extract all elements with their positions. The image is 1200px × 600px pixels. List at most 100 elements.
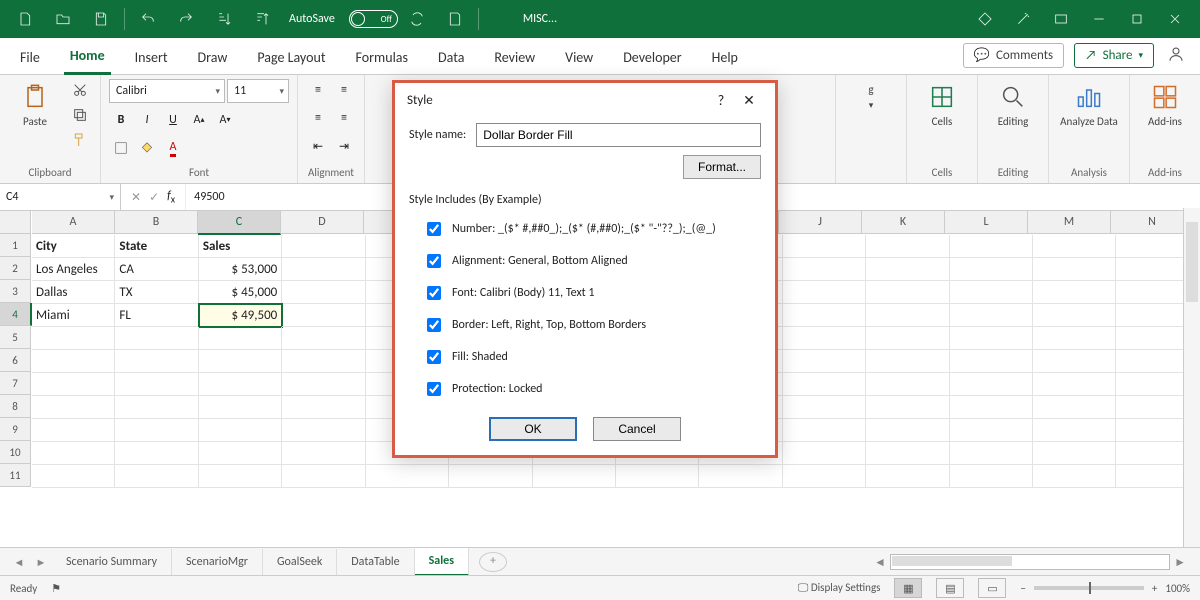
row-header[interactable]: 10 [0,441,31,464]
row-header[interactable]: 6 [0,349,31,372]
cell[interactable]: Sales [199,235,282,258]
redo-icon[interactable] [167,3,205,35]
align-left-icon[interactable]: ≡ [306,107,330,129]
comments-button[interactable]: 💬Comments [963,43,1064,68]
tab-nav-next[interactable]: ► [30,556,52,569]
font-size-select[interactable]: 11 [227,79,289,103]
tab-view[interactable]: View [559,41,599,74]
wand-icon[interactable] [1004,3,1042,35]
close-dialog-icon[interactable]: ✕ [735,92,763,109]
row-header[interactable]: 11 [0,464,31,487]
sheet-tab[interactable]: Scenario Summary [52,549,172,575]
sheet-tab[interactable]: GoalSeek [263,549,337,575]
align-center-icon[interactable]: ≡ [332,107,356,129]
accept-formula-icon[interactable]: ✓ [149,190,159,205]
sort-asc-icon[interactable] [205,3,243,35]
save2-icon[interactable] [436,3,474,35]
tab-formulas[interactable]: Formulas [350,41,414,74]
italic-button[interactable]: I [135,109,159,131]
open-file-icon[interactable] [44,3,82,35]
col-header[interactable]: L [945,211,1028,234]
col-header[interactable]: M [1028,211,1111,234]
sort-desc-icon[interactable] [243,3,281,35]
format-painter-icon[interactable] [68,129,92,151]
select-all-corner[interactable] [0,211,31,234]
tab-insert[interactable]: Insert [129,41,174,74]
check-font[interactable]: Font: Calibri (Body) 11, Text 1 [423,283,761,303]
tab-nav-prev[interactable]: ◄ [8,556,30,569]
check-border[interactable]: Border: Left, Right, Top, Bottom Borders [423,315,761,335]
window-icon[interactable] [1042,3,1080,35]
col-header[interactable]: J [779,211,862,234]
cell[interactable]: TX [115,281,198,304]
cell-selected[interactable]: $ 49,500 [199,304,282,327]
check-number[interactable]: Number: _($* #,##0_);_($* (#,##0);_($* "… [423,219,761,239]
autosave-toggle[interactable]: Off [349,10,398,28]
name-box[interactable]: C4 [0,184,121,210]
ok-button[interactable]: OK [489,417,577,441]
tab-home[interactable]: Home [64,39,111,75]
style-name-input[interactable] [476,123,761,147]
maximize-icon[interactable] [1118,3,1156,35]
format-button[interactable]: Format... [683,155,761,179]
col-header[interactable]: B [115,211,198,234]
view-normal-icon[interactable]: ▦ [894,578,922,598]
tab-page-layout[interactable]: Page Layout [251,41,331,74]
col-header[interactable]: K [862,211,945,234]
indent-dec-icon[interactable]: ⇤ [306,135,330,157]
row-header[interactable]: 2 [0,257,31,280]
cell[interactable]: $ 53,000 [199,258,282,281]
col-header[interactable]: A [32,211,115,234]
tab-help[interactable]: Help [706,41,744,74]
sheet-tab[interactable]: DataTable [337,549,414,575]
cell[interactable]: Los Angeles [32,258,115,281]
fill-color-icon[interactable] [135,137,159,159]
row-header[interactable]: 1 [0,234,31,257]
zoom-out-button[interactable]: − [1020,582,1025,595]
add-sheet-button[interactable]: + [479,552,507,572]
save-icon[interactable] [82,3,120,35]
row-header[interactable]: 7 [0,372,31,395]
row-header[interactable]: 4 [0,303,32,326]
tab-data[interactable]: Data [432,41,470,74]
accessibility-icon[interactable]: ⚑ [51,582,61,595]
close-icon[interactable] [1156,3,1194,35]
bold-button[interactable]: B [109,109,133,131]
row-header[interactable]: 5 [0,326,31,349]
horizontal-scrollbar[interactable]: ◄► [870,554,1200,570]
align-top-icon[interactable]: ≡ [306,79,330,101]
view-page-layout-icon[interactable]: ▤ [936,578,964,598]
sheet-tab[interactable]: ScenarioMgr [172,549,263,575]
new-file-icon[interactable] [6,3,44,35]
cancel-button[interactable]: Cancel [593,417,681,441]
row-header[interactable]: 9 [0,418,31,441]
col-header[interactable]: D [281,211,364,234]
col-header[interactable]: N [1111,211,1194,234]
vertical-scrollbar[interactable] [1183,208,1200,548]
check-fill[interactable]: Fill: Shaded [423,347,761,367]
cell[interactable]: State [115,235,198,258]
editing-button[interactable]: Editing [986,79,1040,132]
cell[interactable]: FL [115,304,198,327]
sync-icon[interactable] [398,3,436,35]
paste-button[interactable]: Paste [8,79,62,132]
tab-developer[interactable]: Developer [617,41,687,74]
row-header[interactable]: 8 [0,395,31,418]
cell[interactable]: Dallas [32,281,115,304]
zoom-in-button[interactable]: + [1152,582,1157,595]
undo-icon[interactable] [129,3,167,35]
shrink-font-icon[interactable]: A▾ [213,109,237,131]
tab-review[interactable]: Review [488,41,541,74]
font-color-icon[interactable]: A [161,137,185,159]
zoom-level[interactable]: 100% [1165,582,1190,595]
zoom-slider[interactable] [1034,586,1144,590]
cell[interactable]: $ 45,000 [199,281,282,304]
cell[interactable]: CA [115,258,198,281]
minimize-icon[interactable] [1080,3,1118,35]
analyze-button[interactable]: Analyze Data [1057,79,1121,132]
cut-icon[interactable] [68,79,92,101]
row-header[interactable]: 3 [0,280,31,303]
diamond-icon[interactable] [966,3,1004,35]
tab-draw[interactable]: Draw [192,41,234,74]
share-button[interactable]: ↗Share▾ [1074,43,1154,68]
